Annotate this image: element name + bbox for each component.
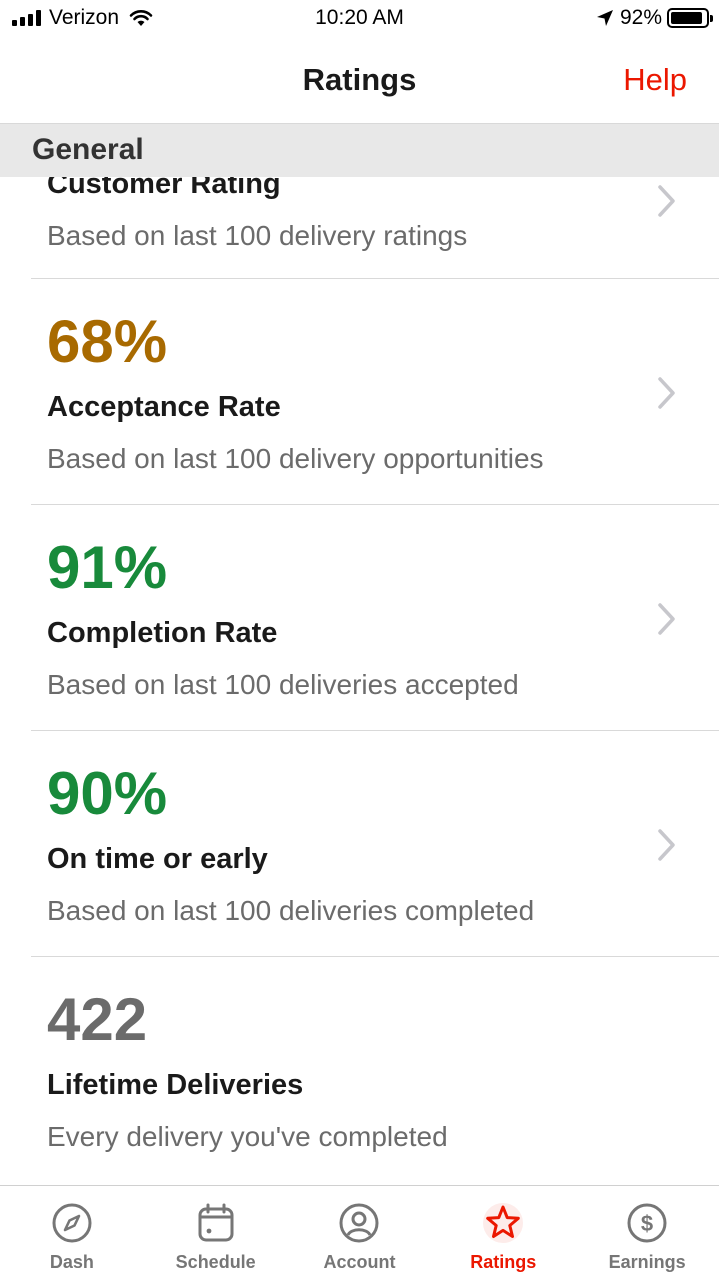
tab-label: Dash [49,1252,94,1272]
star-icon [483,1203,524,1243]
list-item-on-time-rate[interactable]: 90% On time or early Based on last 100 d… [0,731,719,957]
navigation-bar: Ratings Help [0,40,719,124]
chevron-right-icon [658,829,675,861]
tab-schedule[interactable]: Schedule [144,1186,288,1279]
user-circle-icon [339,1203,379,1243]
row-subtitle: Based on last 100 delivery ratings [47,220,468,251]
help-button[interactable]: Help [623,62,687,98]
chevron-right-icon [658,185,675,217]
compass-icon [52,1203,92,1243]
tab-label: Schedule [175,1252,256,1272]
completion-rate-value: 91% [47,534,168,601]
status-right: 92% [596,6,713,30]
acceptance-rate-value: 68% [47,308,168,375]
tab-earnings[interactable]: $ Earnings [575,1186,719,1279]
row-title: Completion Rate [47,617,278,649]
chevron-right-icon [658,603,675,635]
dollar-circle-icon: $ [627,1203,667,1243]
svg-text:$: $ [641,1211,653,1236]
tab-label: Account [323,1252,396,1272]
row-title: On time or early [47,843,268,875]
row-title: Lifetime Deliveries [47,1069,304,1101]
row-subtitle: Every delivery you've completed [47,1121,448,1152]
chevron-right-icon [658,377,675,409]
tab-label: Earnings [608,1252,686,1272]
list-item-completion-rate[interactable]: 91% Completion Rate Based on last 100 de… [0,505,719,731]
row-title: Acceptance Rate [47,391,281,423]
lifetime-deliveries-value: 422 [47,986,148,1053]
tab-label: Ratings [470,1252,537,1272]
section-title: General [32,133,144,166]
status-bar: Verizon 10:20 AM 92% [0,0,719,40]
tab-dash[interactable]: Dash [0,1186,144,1279]
calendar-icon [198,1203,234,1242]
section-header-general: General [0,124,719,177]
battery-percent: 92% [619,6,662,29]
location-arrow-icon [596,10,613,26]
list-item-acceptance-rate[interactable]: 68% Acceptance Rate Based on last 100 de… [0,279,719,505]
row-subtitle: Based on last 100 delivery opportunities [47,443,544,474]
ratings-list[interactable]: Customer Rating Based on last 100 delive… [0,124,719,1185]
row-subtitle: Based on last 100 deliveries completed [47,895,535,926]
on-time-rate-value: 90% [47,760,168,827]
tab-ratings[interactable]: Ratings [431,1186,575,1279]
page-title: Ratings [302,62,417,97]
battery-icon [667,8,713,28]
row-subtitle: Based on last 100 deliveries accepted [47,669,519,700]
list-item-lifetime-deliveries: 422 Lifetime Deliveries Every delivery y… [0,957,719,1185]
tab-account[interactable]: Account [288,1186,432,1279]
tab-bar: Dash Schedule Account Ratings $ Earnings [0,1185,719,1279]
list-item-customer-rating[interactable]: Customer Rating Based on last 100 delive… [0,164,719,279]
